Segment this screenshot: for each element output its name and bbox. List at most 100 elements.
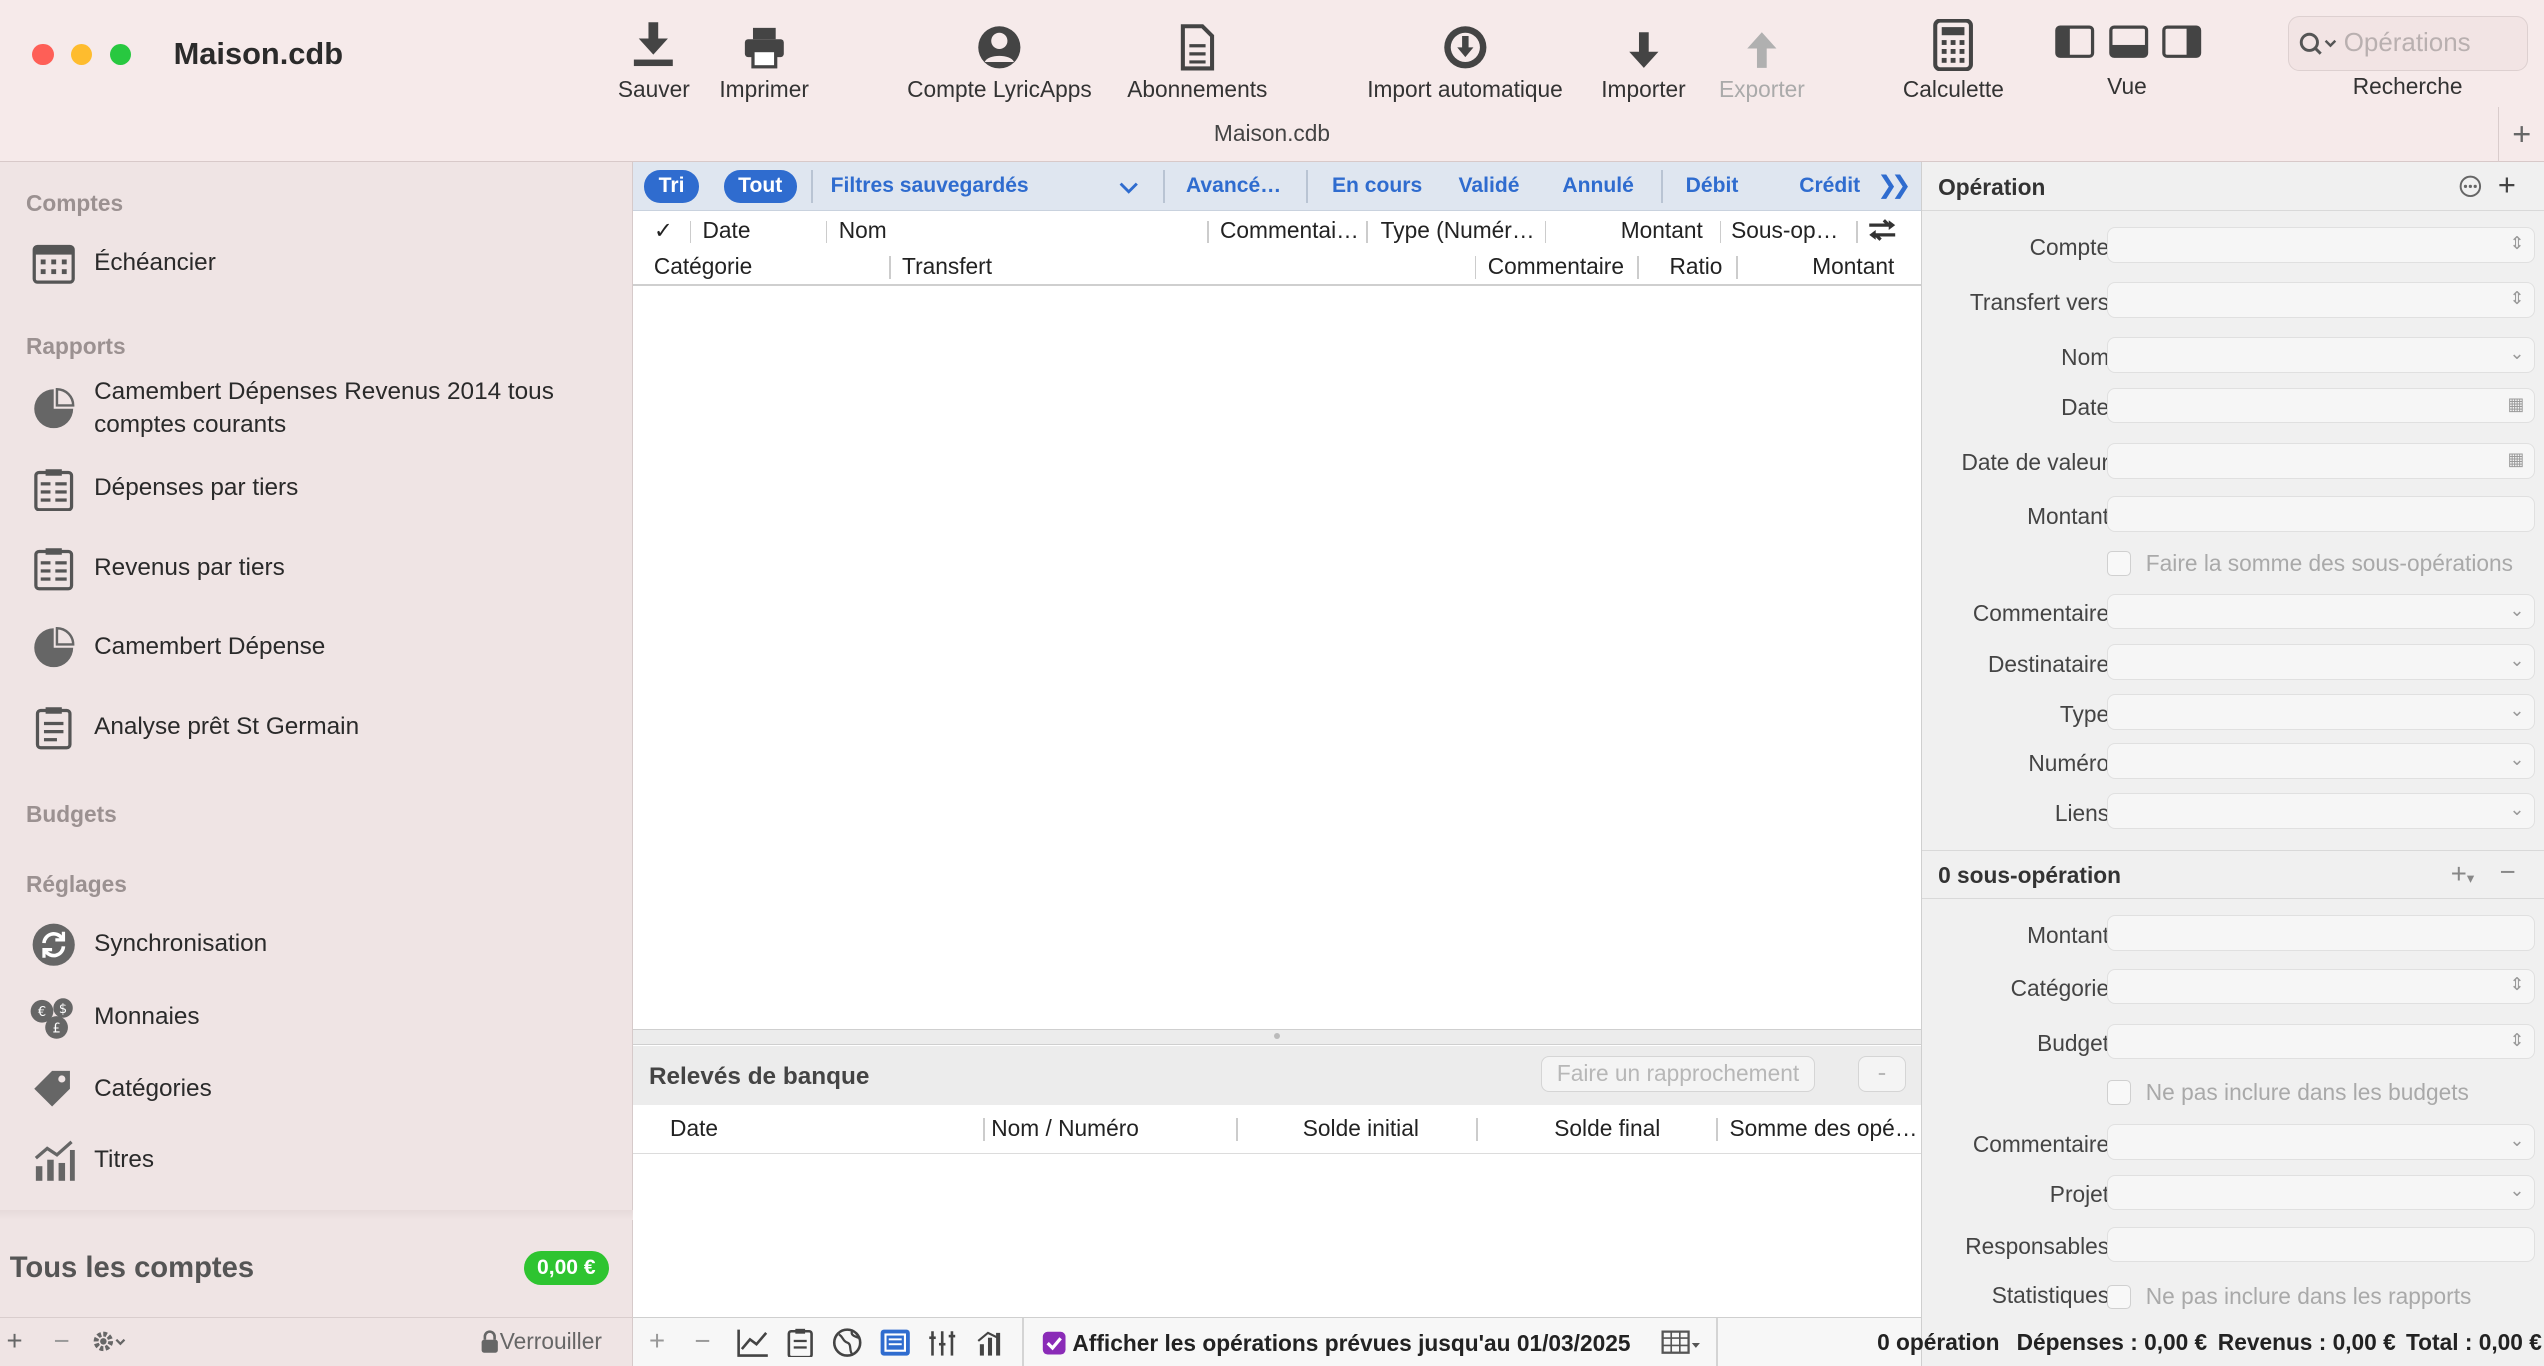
filter-debit-button[interactable]: Débit — [1686, 174, 1739, 198]
more-options-icon[interactable] — [2459, 175, 2482, 198]
filter-all-button[interactable]: Tout — [723, 170, 797, 203]
sort-button[interactable]: Tri — [644, 170, 700, 203]
lock-button[interactable]: Verrouiller — [480, 1328, 602, 1355]
value-date-field[interactable]: ▦ — [2106, 442, 2536, 479]
sub-amount-field[interactable] — [2106, 915, 2536, 951]
statement-icon[interactable] — [879, 1328, 911, 1357]
col-type[interactable]: Type (Numér… — [1381, 217, 1535, 244]
col-sub-comment[interactable]: Commentaire — [1488, 253, 1624, 280]
col-date[interactable]: Date — [702, 217, 750, 244]
sidebar-item-report-4[interactable]: Analyse prêt St Germain — [29, 702, 613, 751]
sidebar-item-report-3[interactable]: Camembert Dépense — [29, 623, 613, 672]
sub-project-combobox[interactable]: ⌄ — [2106, 1174, 2536, 1211]
comment-combobox[interactable]: ⌄ — [2106, 593, 2536, 630]
split-view-divider[interactable] — [632, 1028, 1921, 1045]
sidebar-item-schedule[interactable]: Échéancier — [29, 238, 613, 287]
minimize-window-button[interactable] — [71, 43, 93, 65]
calculator-button[interactable]: Calculette — [1898, 16, 2008, 103]
more-filters-button[interactable]: ❯❯ — [1877, 170, 1911, 200]
sidebar-item-currencies[interactable]: € $ £ Monnaies — [29, 993, 613, 1042]
remove-account-button[interactable]: − — [54, 1325, 70, 1357]
swap-arrows-icon[interactable] — [1866, 217, 1898, 243]
remove-operation-button[interactable]: − — [694, 1325, 710, 1357]
filter-credit-button[interactable]: Crédit — [1799, 174, 1860, 198]
filter-validated-button[interactable]: Validé — [1459, 174, 1520, 198]
col-sub-operations[interactable]: Sous-op… — [1731, 217, 1838, 244]
export-button[interactable]: Exporter — [1715, 16, 1809, 103]
col-ratio[interactable]: Ratio — [1669, 253, 1722, 280]
tag-icon — [34, 1070, 70, 1107]
gear-icon[interactable] — [92, 1330, 128, 1353]
chevron-down-icon[interactable] — [1119, 182, 1139, 195]
lyricapps-account-button[interactable]: Compte LyricApps — [900, 16, 1098, 103]
sidebar-item-categories[interactable]: Catégories — [29, 1064, 613, 1113]
print-button[interactable]: Imprimer — [717, 16, 811, 103]
import-button[interactable]: Importer — [1596, 16, 1690, 103]
sidebar-item-sync[interactable]: Synchronisation — [29, 920, 613, 969]
amount-field[interactable] — [2106, 496, 2536, 533]
save-button[interactable]: Sauver — [613, 16, 694, 103]
zoom-window-button[interactable] — [110, 43, 132, 65]
close-window-button[interactable] — [32, 43, 54, 65]
add-tab-button[interactable]: + — [2498, 107, 2543, 163]
balance-columns-icon[interactable] — [926, 1328, 958, 1357]
inspector-toggle-icon[interactable] — [2159, 19, 2204, 64]
add-account-button[interactable]: + — [6, 1325, 22, 1357]
bar-chart-icon[interactable] — [975, 1328, 1007, 1357]
remove-statement-button[interactable]: - — [1857, 1056, 1907, 1092]
transfer-to-select[interactable]: ⇕ — [2106, 282, 2536, 318]
subscriptions-button[interactable]: Abonnements — [1123, 16, 1272, 103]
date-field[interactable]: ▦ — [2106, 387, 2536, 424]
remove-sub-operation-button[interactable]: − — [2499, 856, 2515, 888]
reconcile-button[interactable]: Faire un rapprochement — [1541, 1056, 1815, 1092]
saved-filters-dropdown[interactable]: Filtres sauvegardés — [831, 174, 1029, 198]
sidebar-item-report-1[interactable]: Dépenses par tiers — [29, 464, 613, 513]
add-sub-operation-button[interactable]: +▾ — [2451, 858, 2474, 890]
col-sub-amount[interactable]: Montant — [1812, 253, 1894, 280]
exclude-reports-checkbox[interactable]: Ne pas inclure dans les rapports — [2106, 1283, 2471, 1310]
col-comment[interactable]: Commentai… — [1220, 217, 1359, 244]
type-combobox[interactable]: ⌄ — [2106, 694, 2536, 731]
all-accounts-label[interactable]: Tous les comptes — [10, 1252, 254, 1285]
sub-budget-select[interactable]: ⇕ — [2106, 1023, 2536, 1060]
sub-category-select[interactable]: ⇕ — [2106, 968, 2536, 1005]
sidebar-item-report-2[interactable]: Revenus par tiers — [29, 543, 613, 592]
col-name[interactable]: Nom — [839, 217, 887, 244]
operations-table-body[interactable] — [633, 286, 1921, 1029]
bank-col-final-balance[interactable]: Solde final — [1554, 1115, 1660, 1142]
sub-responsible-field[interactable] — [2106, 1226, 2536, 1263]
recipient-combobox[interactable]: ⌄ — [2106, 644, 2536, 680]
advanced-filter-button[interactable]: Avancé… — [1186, 174, 1281, 198]
sum-sub-operations-checkbox[interactable]: Faire la somme des sous-opérations — [2106, 550, 2513, 577]
show-planned-checkbox[interactable]: Afficher les opérations prévues jusqu'au… — [1042, 1330, 1630, 1357]
filter-cancelled-button[interactable]: Annulé — [1562, 174, 1633, 198]
sidebar-item-securities[interactable]: Titres — [29, 1136, 613, 1185]
line-chart-icon[interactable] — [736, 1328, 769, 1357]
bank-col-initial-balance[interactable]: Solde initial — [1303, 1115, 1419, 1142]
bank-col-name-number[interactable]: Nom / Numéro — [991, 1115, 1139, 1142]
sidebar-item-report-0[interactable]: Camembert Dépenses Revenus 2014 tous com… — [29, 376, 613, 441]
arrow-up-icon — [1747, 32, 1777, 69]
auto-import-button[interactable]: Import automatique — [1360, 16, 1571, 103]
bank-col-operations-sum[interactable]: Somme des opé… — [1729, 1115, 1917, 1142]
search-input[interactable]: Opérations — [2287, 16, 2528, 72]
col-amount[interactable]: Montant — [1621, 217, 1703, 244]
add-operation-plus-button[interactable]: + — [2498, 167, 2516, 203]
name-combobox[interactable]: ⌄ — [2106, 337, 2536, 374]
number-combobox[interactable]: ⌄ — [2106, 743, 2536, 779]
account-select[interactable]: ⇕ — [2106, 227, 2536, 263]
col-category[interactable]: Catégorie — [654, 253, 752, 280]
col-transfer[interactable]: Transfert — [902, 253, 992, 280]
clipboard-icon[interactable] — [784, 1328, 816, 1358]
bottom-panel-toggle-icon[interactable] — [2106, 19, 2151, 64]
filter-pending-button[interactable]: En cours — [1332, 174, 1422, 198]
links-combobox[interactable]: ⌄ — [2106, 793, 2536, 830]
sub-comment-combobox[interactable]: ⌄ — [2106, 1124, 2536, 1160]
col-check[interactable]: ✓ — [654, 217, 673, 244]
bank-col-date[interactable]: Date — [670, 1115, 718, 1142]
exclude-budgets-checkbox[interactable]: Ne pas inclure dans les budgets — [2106, 1079, 2469, 1106]
date-picker-icon[interactable] — [1661, 1330, 1703, 1356]
sidebar-toggle-icon[interactable] — [2052, 19, 2097, 64]
add-operation-button[interactable]: + — [649, 1325, 665, 1357]
globe-icon[interactable] — [831, 1328, 863, 1357]
